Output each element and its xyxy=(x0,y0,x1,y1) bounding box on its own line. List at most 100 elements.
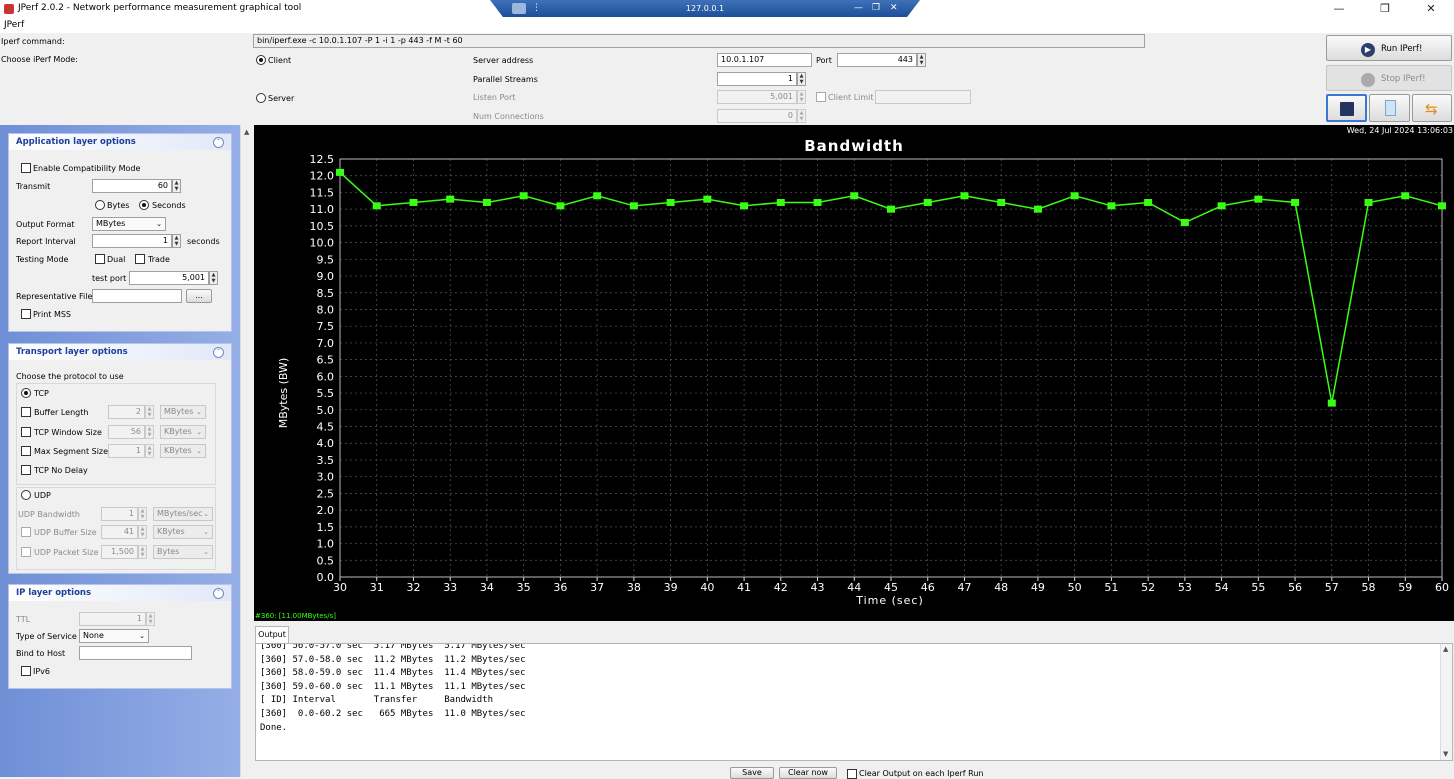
tcp-radio[interactable] xyxy=(21,388,31,398)
buffer-length-checkbox[interactable] xyxy=(21,407,31,417)
scroll-up-icon[interactable]: ▲ xyxy=(1443,645,1448,653)
transmit-input[interactable]: 60 xyxy=(92,179,172,193)
data-point xyxy=(1254,195,1263,203)
minimize-button[interactable]: — xyxy=(1316,0,1362,18)
max-segment-unit-value: KBytes xyxy=(164,446,192,455)
application-layer-section: Application layer options ˆ Enable Compa… xyxy=(8,133,232,332)
x-tick-label: 57 xyxy=(1325,581,1339,594)
compat-mode-checkbox[interactable] xyxy=(21,163,31,173)
maximize-button[interactable]: ❐ xyxy=(1362,0,1408,18)
print-mss-checkbox[interactable] xyxy=(21,309,31,319)
tab-output[interactable]: Output xyxy=(255,626,289,643)
clear-each-run-checkbox[interactable] xyxy=(847,769,857,779)
scroll-up-icon[interactable]: ▲ xyxy=(244,128,249,136)
server-address-label: Server address xyxy=(473,56,534,65)
server-address-input[interactable]: 10.0.1.107 xyxy=(717,53,812,67)
clear-now-button[interactable]: Clear now xyxy=(779,767,837,779)
representative-file-input[interactable] xyxy=(92,289,182,303)
tos-label: Type of Service xyxy=(16,632,77,641)
data-point xyxy=(446,195,455,203)
tcp-window-label: TCP Window Size xyxy=(34,428,102,437)
y-tick-label: 8.0 xyxy=(317,303,335,316)
menu-jperf[interactable]: JPerf xyxy=(4,20,24,30)
bytes-radio[interactable] xyxy=(95,200,105,210)
transport-layer-header[interactable]: Transport layer options ˆ xyxy=(9,344,231,360)
ip-layer-header[interactable]: IP layer options ˆ xyxy=(9,585,231,601)
bind-host-label: Bind to Host xyxy=(16,649,66,658)
tcp-window-checkbox[interactable] xyxy=(21,427,31,437)
client-radio[interactable] xyxy=(256,55,266,65)
x-tick-label: 32 xyxy=(406,581,420,594)
max-segment-checkbox[interactable] xyxy=(21,446,31,456)
parallel-streams-spinner[interactable]: ▲ ▼ xyxy=(797,72,806,86)
udp-radio[interactable] xyxy=(21,490,31,500)
report-interval-input[interactable]: 1 xyxy=(92,234,172,248)
scroll-down-icon[interactable]: ▼ xyxy=(1443,750,1448,758)
x-tick-label: 47 xyxy=(957,581,971,594)
tcp-nodelay-checkbox[interactable] xyxy=(21,465,31,475)
jperf-app-icon xyxy=(4,4,14,14)
save-config-button[interactable] xyxy=(1326,94,1367,122)
x-tick-label: 50 xyxy=(1068,581,1082,594)
max-segment-unit-select: KBytes ⌄ xyxy=(160,444,206,458)
refresh-button[interactable]: ⇆ xyxy=(1412,94,1452,122)
data-point xyxy=(997,198,1006,206)
data-point xyxy=(1144,198,1153,206)
transport-layer-section: Transport layer options ˆ Choose the pro… xyxy=(8,343,232,574)
run-iperf-button[interactable]: ▶ Run IPerf! xyxy=(1326,35,1452,61)
y-tick-label: 6.5 xyxy=(317,354,335,367)
chart-title: Bandwidth xyxy=(804,137,904,155)
chevron-down-icon: ⌄ xyxy=(196,408,202,416)
bind-host-input[interactable] xyxy=(79,646,192,660)
seconds-radio[interactable] xyxy=(139,200,149,210)
trade-checkbox[interactable] xyxy=(135,254,145,264)
application-layer-header[interactable]: Application layer options ˆ xyxy=(9,134,231,150)
browse-button[interactable]: ... xyxy=(186,289,212,303)
dual-checkbox[interactable] xyxy=(95,254,105,264)
test-port-spinner[interactable]: ▲ ▼ xyxy=(209,271,218,285)
x-tick-label: 38 xyxy=(627,581,641,594)
data-point xyxy=(629,202,638,210)
parallel-streams-input[interactable]: 1 xyxy=(717,72,797,86)
x-tick-label: 54 xyxy=(1215,581,1229,594)
x-tick-label: 40 xyxy=(700,581,714,594)
x-tick-label: 48 xyxy=(994,581,1008,594)
rdp-close-icon[interactable]: ✕ xyxy=(890,3,898,13)
max-segment-label: Max Segment Size xyxy=(34,447,109,456)
current-bandwidth-readout: #360: [11.00MBytes/s] xyxy=(255,612,336,620)
test-port-input[interactable]: 5,001 xyxy=(129,271,209,285)
tcp-window-unit-select: KBytes ⌄ xyxy=(160,425,206,439)
options-scrollbar[interactable]: ▲ xyxy=(240,125,254,777)
load-config-button[interactable] xyxy=(1369,94,1410,122)
collapse-icon[interactable]: ˆ xyxy=(213,137,224,148)
ipv6-checkbox[interactable] xyxy=(21,666,31,676)
max-segment-spinner: ▲ ▼ xyxy=(145,444,154,458)
y-tick-label: 2.5 xyxy=(317,487,335,500)
collapse-icon[interactable]: ˆ xyxy=(213,588,224,599)
save-output-button[interactable]: Save xyxy=(730,767,774,779)
x-tick-label: 51 xyxy=(1104,581,1118,594)
collapse-icon[interactable]: ˆ xyxy=(213,347,224,358)
tos-select[interactable]: None ⌄ xyxy=(79,629,149,643)
server-radio[interactable] xyxy=(256,93,266,103)
transmit-spinner[interactable]: ▲ ▼ xyxy=(172,179,181,193)
rdp-restore-icon[interactable]: ❐ xyxy=(872,3,880,13)
stop-iperf-label: Stop IPerf! xyxy=(1381,74,1426,84)
close-button[interactable]: ✕ xyxy=(1408,0,1454,18)
output-format-select[interactable]: MBytes ⌄ xyxy=(92,217,166,231)
output-console[interactable]: [360] 56.0-57.0 sec 5.17 MBytes 5.17 MBy… xyxy=(255,643,1453,761)
report-interval-spinner[interactable]: ▲ ▼ xyxy=(172,234,181,248)
ttl-label: TTL xyxy=(16,615,31,624)
port-spinner[interactable]: ▲ ▼ xyxy=(917,53,926,67)
output-scrollbar[interactable]: ▲ ▼ xyxy=(1440,644,1452,760)
udp-packet-unit-value: Bytes xyxy=(157,547,180,556)
num-connections-input: 0 xyxy=(717,109,797,123)
rdp-minimize-icon[interactable]: — xyxy=(854,3,863,13)
tcp-label: TCP xyxy=(34,389,49,398)
x-axis-label: Time (sec) xyxy=(855,594,924,607)
port-input[interactable]: 443 xyxy=(837,53,917,67)
seconds-unit-label: seconds xyxy=(187,237,220,246)
chevron-down-icon: ⌄ xyxy=(139,632,145,640)
y-tick-label: 6.0 xyxy=(317,370,335,383)
udp-packet-input: 1,500 xyxy=(101,545,138,559)
